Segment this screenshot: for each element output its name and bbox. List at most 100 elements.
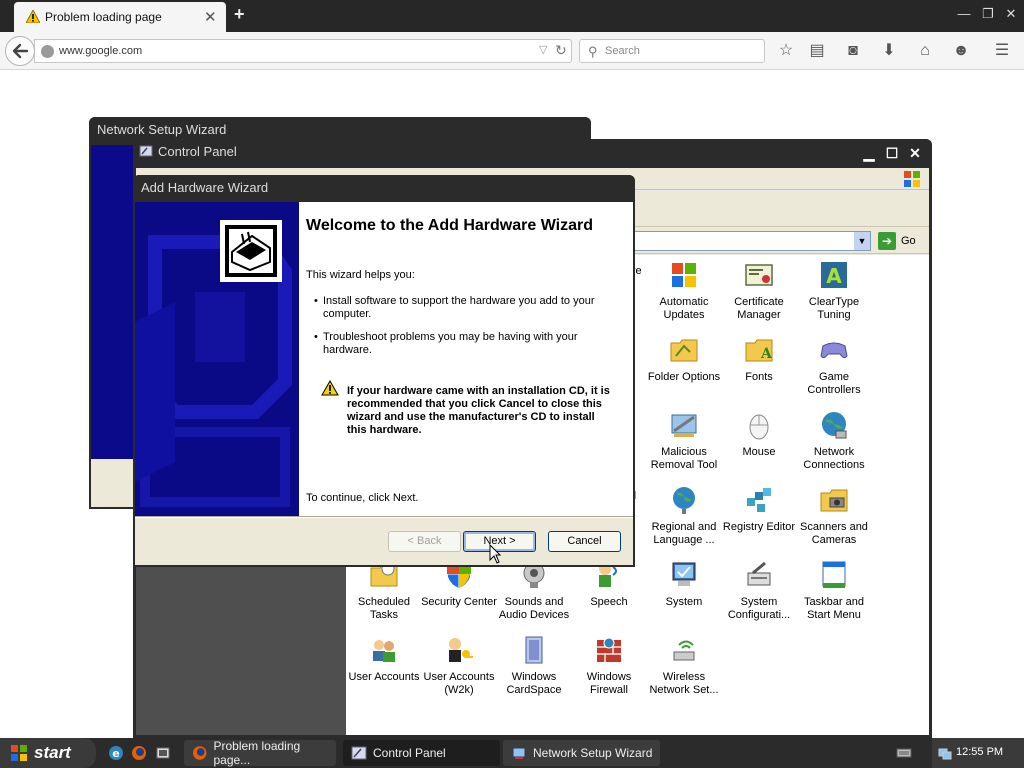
- cp-item-label: Game Controllers: [807, 371, 861, 396]
- cp-item-label: Taskbar and Start Menu: [804, 596, 864, 621]
- new-tab-icon[interactable]: +: [234, 4, 245, 25]
- control-panel-icon: [351, 746, 367, 760]
- network-wizard-title[interactable]: Network Setup Wizard: [89, 117, 591, 141]
- minimize-icon[interactable]: ▁: [859, 143, 879, 163]
- cp-item-mouse[interactable]: Mouse: [721, 409, 797, 459]
- cp-item-system[interactable]: System: [646, 559, 722, 609]
- add-hardware-wizard-window[interactable]: Add Hardware Wizard Welcome to the Add H…: [133, 175, 635, 567]
- cp-item-taskbar-start-menu[interactable]: Taskbar and Start Menu: [796, 559, 872, 622]
- cp-item-label: Malicious Removal Tool: [650, 446, 718, 471]
- svg-text:A: A: [826, 264, 842, 288]
- minimize-icon[interactable]: —: [954, 5, 974, 23]
- cp-item-scheduled-tasks[interactable]: Scheduled Tasks: [346, 559, 422, 622]
- control-panel-titlebar[interactable]: Control Panel: [133, 139, 932, 163]
- wizard-title[interactable]: Add Hardware Wizard: [133, 175, 635, 199]
- task-network-wizard[interactable]: Network Setup Wizard: [503, 740, 660, 766]
- reload-icon[interactable]: ↻: [555, 42, 567, 59]
- cp-item-wireless-network[interactable]: Wireless Network Set...: [646, 634, 722, 697]
- back-button[interactable]: [5, 36, 35, 66]
- warning-icon: [321, 380, 339, 396]
- bookmark-star-icon[interactable]: ☆: [775, 40, 797, 62]
- cancel-button[interactable]: Cancel: [548, 531, 621, 552]
- search-box[interactable]: ⚲ Search: [579, 39, 765, 63]
- cp-item-folder-options[interactable]: Folder Options: [646, 334, 722, 384]
- keyboard-icon[interactable]: [896, 745, 912, 761]
- wizard-content: Welcome to the Add Hardware Wizard This …: [299, 202, 633, 516]
- automatic-updates-icon: [672, 263, 696, 287]
- cp-item-network-connections[interactable]: Network Connections: [796, 409, 872, 472]
- cp-item-certificate-manager[interactable]: Certificate Manager: [721, 259, 797, 322]
- task-control-panel[interactable]: Control Panel: [343, 740, 500, 766]
- cp-item-scanners-cameras[interactable]: Scanners and Cameras: [796, 484, 872, 547]
- game-controllers-icon: [820, 342, 848, 359]
- cp-item-label: Certificate Manager: [734, 296, 784, 321]
- cp-item-label: Regional and Language ...: [651, 521, 717, 546]
- cp-item-cleartype-tuning[interactable]: A ClearType Tuning: [796, 259, 872, 322]
- cp-item-regional-language[interactable]: Regional and Language ...: [646, 484, 722, 547]
- user-accounts-icon: [373, 640, 395, 662]
- cp-item-label: User Accounts (W2k): [423, 671, 495, 696]
- cp-item-malicious-removal-tool[interactable]: Malicious Removal Tool: [646, 409, 722, 472]
- quicklaunch-media-icon[interactable]: [155, 745, 171, 761]
- cp-item-label: Scanners and Cameras: [800, 521, 868, 546]
- cp-item-user-accounts-w2k[interactable]: User Accounts (W2k): [421, 634, 497, 697]
- user-accounts-w2k-icon: [449, 638, 473, 662]
- browser-tab[interactable]: Problem loading page ✕: [14, 2, 226, 32]
- close-tab-icon[interactable]: ✕: [204, 8, 217, 26]
- home-icon[interactable]: ⌂: [914, 40, 936, 62]
- windows-logo-icon: [904, 171, 920, 187]
- go-label: Go: [901, 235, 916, 247]
- cp-item-system-configuration[interactable]: System Configurati...: [721, 559, 797, 622]
- go-button[interactable]: ➔ Go: [878, 232, 926, 250]
- cp-item-fonts[interactable]: A Fonts: [721, 334, 797, 384]
- wizard-bullet: Install software to support the hardware…: [314, 295, 613, 321]
- registry-editor-icon: [747, 488, 771, 512]
- back-arrow-icon: [12, 43, 29, 59]
- maximize-icon[interactable]: ☐: [882, 143, 902, 163]
- cp-item-registry-editor[interactable]: Registry Editor: [721, 484, 797, 534]
- wizard-continue-text: To continue, click Next.: [306, 492, 419, 504]
- cp-item-sounds-audio[interactable]: Sounds and Audio Devices: [496, 559, 572, 622]
- control-panel-title: Control Panel: [158, 144, 237, 159]
- cp-item-automatic-updates[interactable]: Automatic Updates: [646, 259, 722, 322]
- pocket-icon[interactable]: ◙: [842, 40, 864, 62]
- task-label: Network Setup Wizard: [533, 746, 653, 760]
- hello-icon[interactable]: ☻: [950, 40, 972, 62]
- cp-item-label: Network Connections: [803, 446, 865, 471]
- restore-icon[interactable]: ❐: [978, 5, 998, 23]
- windows-cardspace-icon: [525, 636, 543, 664]
- cp-item-label: Windows Firewall: [586, 671, 632, 696]
- url-bar[interactable]: www.google.com ▽ ↻: [34, 39, 572, 63]
- network-status-icon[interactable]: [938, 746, 952, 760]
- quicklaunch-ie-icon[interactable]: e: [108, 745, 124, 761]
- close-icon[interactable]: ✕: [905, 143, 925, 163]
- chevron-down-icon[interactable]: ▼: [854, 232, 870, 250]
- downloads-icon[interactable]: ⬇: [878, 40, 900, 62]
- control-panel-icon: [139, 145, 153, 157]
- task-firefox[interactable]: Problem loading page...: [184, 739, 336, 767]
- wizard-warning: If your hardware came with an installati…: [347, 385, 610, 436]
- cp-item-label: Mouse: [742, 446, 776, 458]
- mouse-icon: [749, 414, 769, 440]
- cp-item-label: Scheduled Tasks: [358, 596, 410, 621]
- cp-item-windows-firewall[interactable]: Windows Firewall: [571, 634, 647, 697]
- task-label: Problem loading page...: [213, 739, 301, 767]
- cp-item-game-controllers[interactable]: Game Controllers: [796, 334, 872, 397]
- back-button[interactable]: < Back: [388, 531, 461, 552]
- warning-icon: [26, 10, 40, 23]
- cp-item-user-accounts[interactable]: User Accounts: [346, 634, 422, 684]
- cp-item-label: User Accounts: [348, 671, 420, 683]
- close-icon[interactable]: ✕: [1001, 5, 1021, 23]
- mouse-cursor-icon: [489, 544, 501, 564]
- cp-item-windows-cardspace[interactable]: Windows CardSpace: [496, 634, 572, 697]
- taskbar-start-menu-icon: [822, 561, 846, 588]
- taskbar: start e Problem loading page... Control …: [0, 738, 1024, 768]
- url-dropdown-icon[interactable]: ▽: [539, 43, 547, 56]
- cp-item-label: System: [665, 596, 703, 608]
- start-button[interactable]: start: [0, 738, 96, 768]
- reading-list-icon[interactable]: ▤: [806, 40, 828, 62]
- wireless-network-icon: [673, 640, 695, 661]
- cleartype-tuning-icon: A: [821, 262, 847, 288]
- quicklaunch-firefox-icon[interactable]: [131, 745, 147, 761]
- menu-icon[interactable]: ☰: [991, 40, 1013, 62]
